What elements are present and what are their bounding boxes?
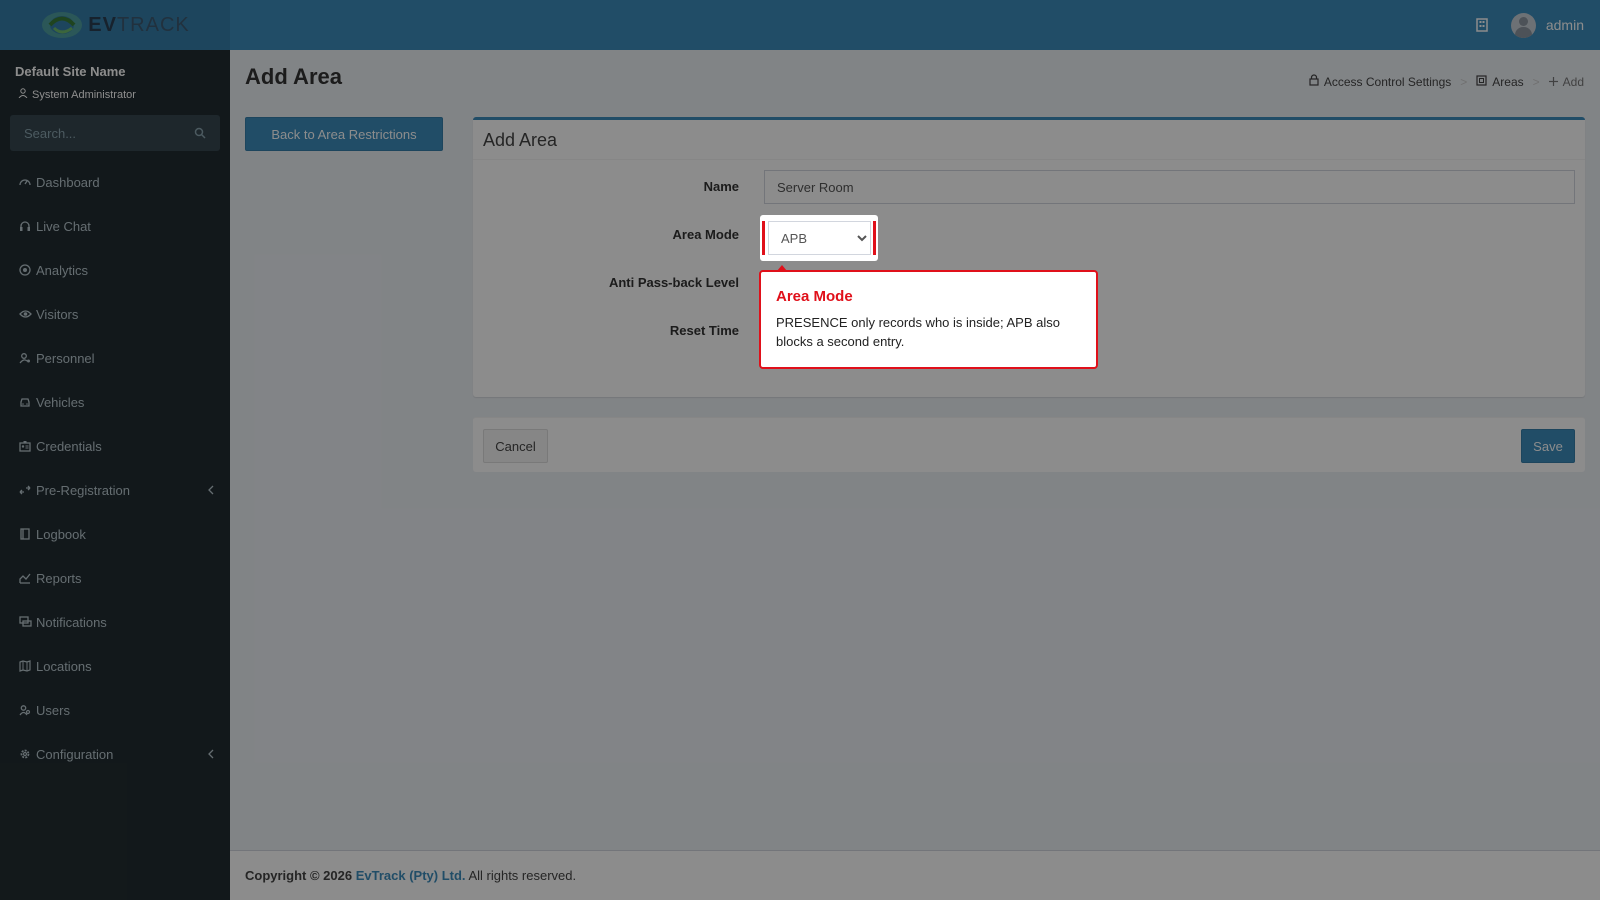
- area-mode-spotlight: APB: [760, 215, 878, 261]
- tooltip-body: PRESENCE only records who is inside; APB…: [776, 315, 1060, 349]
- tour-overlay[interactable]: [0, 0, 1600, 900]
- area-mode-select[interactable]: APB: [768, 221, 871, 255]
- tooltip-title: Area Mode: [776, 288, 853, 305]
- tour-tooltip: Area Mode PRESENCE only records who is i…: [759, 265, 1098, 369]
